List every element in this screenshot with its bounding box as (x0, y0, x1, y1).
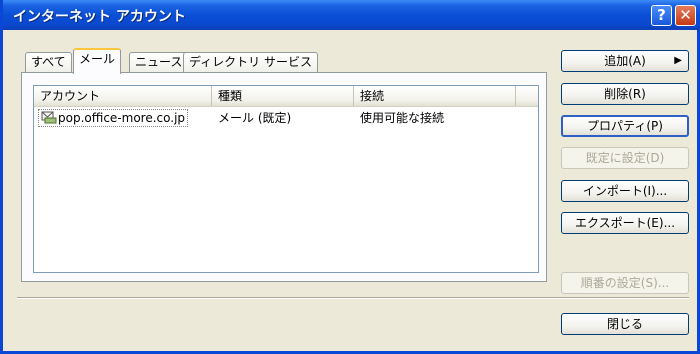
mail-server-icon (41, 111, 57, 124)
tab-news[interactable]: ニュース (129, 52, 189, 72)
arrow-right-icon: ▶ (674, 55, 682, 66)
import-button[interactable]: インポート(I)... (561, 180, 689, 202)
account-name: pop.office-more.co.jp (58, 111, 186, 125)
tab-mail[interactable]: メール (73, 48, 122, 74)
account-type: メール (既定) (218, 111, 292, 125)
set-order-button[interactable]: 順番の設定(S)... (561, 272, 689, 294)
close-button[interactable]: 閉じる (561, 313, 689, 335)
list-item[interactable]: pop.office-more.co.jp メール (既定) 使用可能な接続 (34, 108, 538, 128)
column-header-type[interactable]: 種類 (212, 86, 354, 106)
add-button-label: 追加(A) (604, 54, 646, 68)
tab-panel-mail: アカウント 種類 接続 pop.office-more.co.jp メール (既… (21, 72, 547, 282)
column-header-connection[interactable]: 接続 (354, 86, 516, 106)
accounts-list[interactable]: アカウント 種類 接続 pop.office-more.co.jp メール (既… (33, 85, 539, 273)
list-header: アカウント 種類 接続 (34, 86, 538, 107)
account-cell[interactable]: pop.office-more.co.jp (38, 109, 189, 127)
export-button[interactable]: エクスポート(E)... (561, 212, 689, 234)
close-window-button[interactable]: ✕ (675, 5, 696, 26)
account-connection: 使用可能な接続 (360, 111, 445, 125)
help-button[interactable]: ? (651, 5, 672, 26)
properties-button[interactable]: プロパティ(P) (561, 115, 689, 137)
divider (17, 297, 689, 299)
tab-all[interactable]: すべて (25, 52, 72, 72)
internet-accounts-dialog: インターネット アカウント ? ✕ すべて メール ニュース ディレクトリ サー… (0, 0, 700, 354)
column-header-account[interactable]: アカウント (34, 86, 212, 106)
set-default-button[interactable]: 既定に設定(D) (561, 147, 689, 169)
delete-button[interactable]: 削除(R) (561, 83, 689, 105)
tab-directory-service[interactable]: ディレクトリ サービス (183, 52, 318, 72)
add-button[interactable]: 追加(A) ▶ (561, 50, 689, 72)
title-bar[interactable]: インターネット アカウント ? ✕ (3, 0, 700, 30)
window-title: インターネット アカウント (13, 9, 186, 25)
